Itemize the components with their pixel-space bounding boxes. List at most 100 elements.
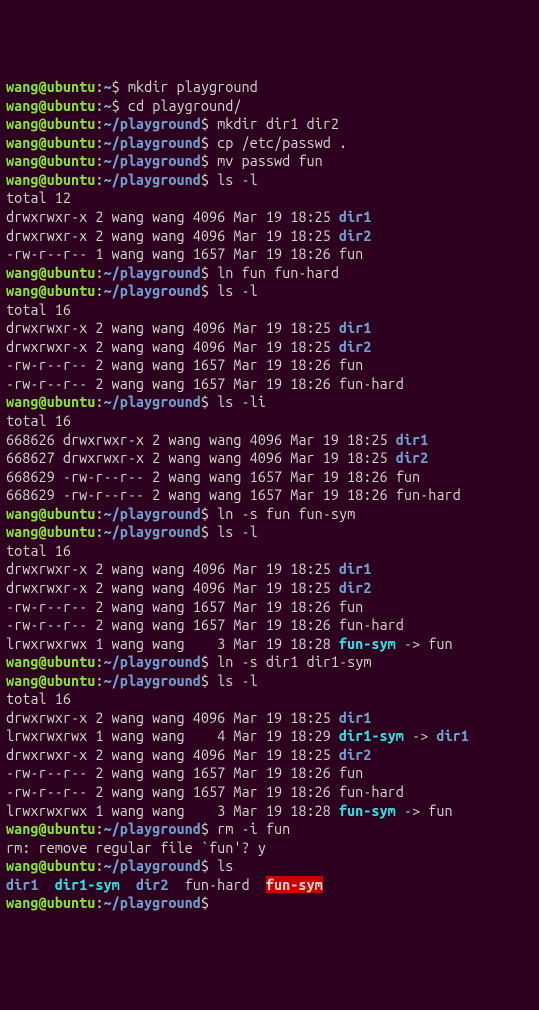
symlink-target: fun	[428, 635, 452, 652]
terminal-line: wang@ubuntu:~/playground$ cp /etc/passwd…	[6, 134, 533, 153]
terminal-line: drwxrwxr-x 2 wang wang 4096 Mar 19 18:25…	[6, 208, 533, 227]
file-name: dir2	[339, 579, 371, 596]
terminal-line: drwxrwxr-x 2 wang wang 4096 Mar 19 18:25…	[6, 227, 533, 246]
terminal-line: wang@ubuntu:~/playground$ rm -i fun	[6, 820, 533, 839]
terminal-line: wang@ubuntu:~/playground$ mkdir dir1 dir…	[6, 115, 533, 134]
terminal-line: wang@ubuntu:~/playground$ ls -l	[6, 171, 533, 190]
file-name: dir2	[339, 227, 371, 244]
terminal-line: -rw-r--r-- 2 wang wang 1657 Mar 19 18:26…	[6, 356, 533, 375]
file-name: fun-sym	[266, 876, 323, 893]
terminal-line: wang@ubuntu:~/playground$ ls -l	[6, 672, 533, 691]
terminal-line: drwxrwxr-x 2 wang wang 4096 Mar 19 18:25…	[6, 338, 533, 357]
total-line: total 12	[6, 189, 71, 206]
command: mv passwd fun	[217, 152, 323, 169]
total-line: total 16	[6, 542, 71, 559]
terminal-line: wang@ubuntu:~/playground$ ln -s fun fun-…	[6, 505, 533, 524]
terminal-line: 668629 -rw-r--r-- 2 wang wang 1657 Mar 1…	[6, 486, 533, 505]
total-line: total 16	[6, 301, 71, 318]
terminal-line: -rw-r--r-- 1 wang wang 1657 Mar 19 18:26…	[6, 245, 533, 264]
terminal-line: rm: remove regular file `fun'? y	[6, 839, 533, 858]
terminal-line: drwxrwxr-x 2 wang wang 4096 Mar 19 18:25…	[6, 709, 533, 728]
terminal[interactable]: wang@ubuntu:~$ mkdir playgroundwang@ubun…	[6, 78, 533, 913]
file-name: dir2	[396, 449, 428, 466]
symlink-target: dir1	[436, 727, 468, 744]
terminal-line: drwxrwxr-x 2 wang wang 4096 Mar 19 18:25…	[6, 560, 533, 579]
terminal-line: lrwxrwxrwx 1 wang wang 3 Mar 19 18:28 fu…	[6, 802, 533, 821]
terminal-line: wang@ubuntu:~/playground$ mv passwd fun	[6, 152, 533, 171]
file-name: fun-hard	[185, 876, 250, 893]
terminal-line: dir1 dir1-sym dir2 fun-hard fun-sym	[6, 876, 533, 895]
file-name: fun	[339, 356, 363, 373]
terminal-line: -rw-r--r-- 2 wang wang 1657 Mar 19 18:26…	[6, 598, 533, 617]
terminal-line: -rw-r--r-- 2 wang wang 1657 Mar 19 18:26…	[6, 783, 533, 802]
terminal-line: wang@ubuntu:~/playground$	[6, 894, 533, 913]
rm-prompt: rm: remove regular file `fun'? y	[6, 839, 266, 856]
terminal-line: wang@ubuntu:~/playground$ ls -l	[6, 282, 533, 301]
file-name: dir2	[136, 876, 168, 893]
terminal-line: drwxrwxr-x 2 wang wang 4096 Mar 19 18:25…	[6, 579, 533, 598]
terminal-line: total 16	[6, 542, 533, 561]
symlink-target: fun	[428, 802, 452, 819]
command: ls -l	[217, 171, 258, 188]
command: cd playground/	[128, 97, 242, 114]
file-name: dir1	[339, 709, 371, 726]
command: ln -s dir1 dir1-sym	[217, 653, 371, 670]
terminal-line: total 16	[6, 301, 533, 320]
terminal-line: wang@ubuntu:~$ mkdir playground	[6, 78, 533, 97]
symlink-arrow: ->	[396, 802, 428, 819]
terminal-line: wang@ubuntu:~/playground$ ln fun fun-har…	[6, 264, 533, 283]
file-name: fun-hard	[396, 486, 461, 503]
file-name: fun-sym	[339, 635, 396, 652]
command: ls -l	[217, 672, 258, 689]
file-name: fun-hard	[339, 783, 404, 800]
terminal-line: -rw-r--r-- 2 wang wang 1657 Mar 19 18:26…	[6, 616, 533, 635]
file-name: dir1	[6, 876, 38, 893]
command: ls	[217, 857, 233, 874]
command: ls -l	[217, 523, 258, 540]
file-name: dir2	[339, 746, 371, 763]
terminal-line: wang@ubuntu:~/playground$ ls	[6, 857, 533, 876]
file-name: dir1	[396, 431, 428, 448]
file-name: dir1	[339, 319, 371, 336]
command: ln fun fun-hard	[217, 264, 339, 281]
terminal-line: wang@ubuntu:~$ cd playground/	[6, 97, 533, 116]
file-name: dir1	[339, 208, 371, 225]
file-name: fun	[396, 468, 420, 485]
command: mkdir playground	[128, 78, 258, 95]
terminal-line: total 16	[6, 690, 533, 709]
terminal-line: wang@ubuntu:~/playground$ ls -li	[6, 393, 533, 412]
terminal-line: total 16	[6, 412, 533, 431]
command: ls -l	[217, 282, 258, 299]
file-name: dir2	[339, 338, 371, 355]
terminal-line: drwxrwxr-x 2 wang wang 4096 Mar 19 18:25…	[6, 746, 533, 765]
file-name: dir1	[339, 560, 371, 577]
file-name: fun	[339, 764, 363, 781]
terminal-line: lrwxrwxrwx 1 wang wang 3 Mar 19 18:28 fu…	[6, 635, 533, 654]
file-name: fun	[339, 598, 363, 615]
terminal-line: lrwxrwxrwx 1 wang wang 4 Mar 19 18:29 di…	[6, 727, 533, 746]
terminal-line: -rw-r--r-- 2 wang wang 1657 Mar 19 18:26…	[6, 375, 533, 394]
terminal-line: 668627 drwxrwxr-x 2 wang wang 4096 Mar 1…	[6, 449, 533, 468]
command: rm -i fun	[217, 820, 290, 837]
command: ls -li	[217, 393, 266, 410]
terminal-line: 668626 drwxrwxr-x 2 wang wang 4096 Mar 1…	[6, 431, 533, 450]
terminal-line: wang@ubuntu:~/playground$ ls -l	[6, 523, 533, 542]
command: mkdir dir1 dir2	[217, 115, 339, 132]
terminal-line: wang@ubuntu:~/playground$ ln -s dir1 dir…	[6, 653, 533, 672]
terminal-line: 668629 -rw-r--r-- 2 wang wang 1657 Mar 1…	[6, 468, 533, 487]
file-name: dir1-sym	[55, 876, 120, 893]
file-name: fun-sym	[339, 802, 396, 819]
command: ln -s fun fun-sym	[217, 505, 355, 522]
terminal-line: drwxrwxr-x 2 wang wang 4096 Mar 19 18:25…	[6, 319, 533, 338]
total-line: total 16	[6, 690, 71, 707]
file-name: fun	[339, 245, 363, 262]
symlink-arrow: ->	[396, 635, 428, 652]
terminal-line: total 12	[6, 189, 533, 208]
file-name: dir1-sym	[339, 727, 404, 744]
terminal-line: -rw-r--r-- 2 wang wang 1657 Mar 19 18:26…	[6, 764, 533, 783]
file-name: fun-hard	[339, 375, 404, 392]
total-line: total 16	[6, 412, 71, 429]
symlink-arrow: ->	[404, 727, 436, 744]
command: cp /etc/passwd .	[217, 134, 347, 151]
file-name: fun-hard	[339, 616, 404, 633]
